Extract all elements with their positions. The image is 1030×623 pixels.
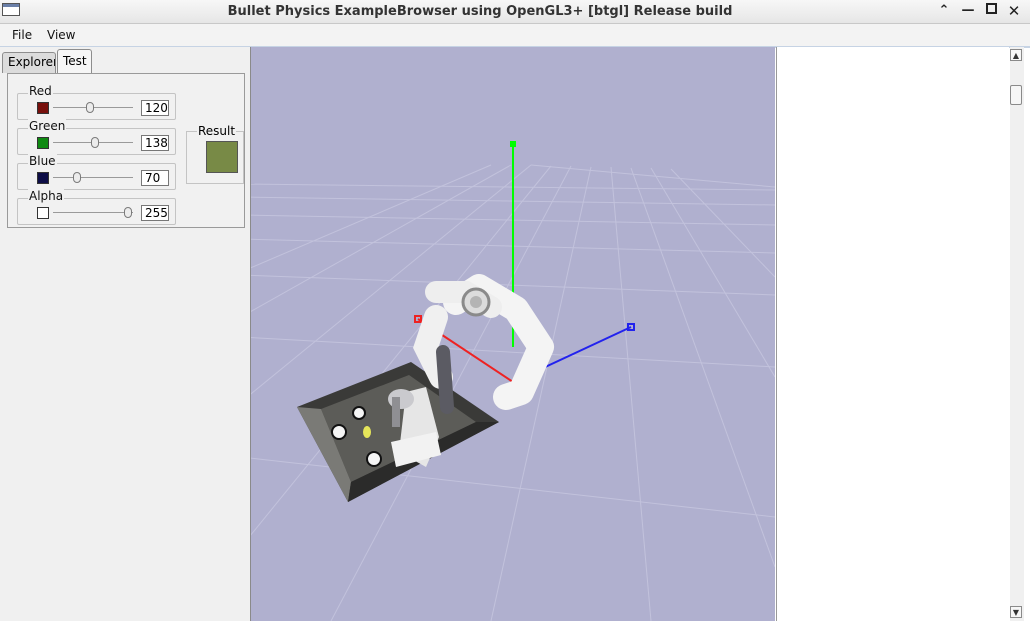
green-swatch	[37, 137, 49, 149]
tab-explorer[interactable]: Explorer	[2, 52, 56, 73]
blue-label: Blue	[28, 154, 57, 168]
menu-file[interactable]: File	[12, 28, 32, 42]
scene-render	[251, 141, 775, 621]
green-group: Green 138	[17, 119, 176, 155]
scroll-thumb[interactable]	[1010, 85, 1022, 105]
vertical-scrollbar[interactable]: ▲ ▼	[1010, 47, 1024, 621]
alpha-label: Alpha	[28, 189, 65, 203]
scroll-down-icon[interactable]: ▼	[1010, 606, 1022, 618]
maximize-chevron-icon[interactable]: ⌃	[934, 2, 954, 20]
alpha-value-field[interactable]: 255	[141, 205, 169, 221]
red-swatch	[37, 102, 49, 114]
blue-group: Blue 70	[17, 154, 176, 190]
red-value-field[interactable]: 120	[141, 100, 169, 116]
right-panel	[776, 47, 1009, 621]
title-bar: Bullet Physics ExampleBrowser using Open…	[0, 0, 1030, 24]
alpha-slider-track[interactable]	[53, 212, 133, 213]
result-label: Result	[197, 124, 237, 138]
alpha-swatch	[37, 207, 49, 219]
green-label: Green	[28, 119, 67, 133]
red-slider-handle[interactable]	[86, 102, 94, 113]
red-group: Red 120	[17, 84, 176, 120]
blue-slider-track[interactable]	[53, 177, 133, 178]
blue-value-field[interactable]: 70	[141, 170, 169, 186]
tray	[297, 362, 499, 502]
menu-view[interactable]: View	[47, 28, 75, 42]
green-slider-handle[interactable]	[91, 137, 99, 148]
red-label: Red	[28, 84, 53, 98]
menu-bar: File View	[0, 24, 1030, 48]
3d-viewport[interactable]	[251, 47, 775, 621]
alpha-group: Alpha 255	[17, 189, 176, 225]
blue-slider-handle[interactable]	[73, 172, 81, 183]
window-title: Bullet Physics ExampleBrowser using Open…	[227, 4, 733, 19]
tab-test[interactable]: Test	[57, 49, 92, 73]
alpha-slider-handle[interactable]	[124, 207, 132, 218]
scroll-up-icon[interactable]: ▲	[1010, 49, 1022, 61]
result-group: Result	[186, 124, 244, 184]
restore-button[interactable]	[981, 2, 1001, 20]
y-axis-marker	[510, 141, 516, 147]
close-icon[interactable]: ✕	[1004, 2, 1024, 20]
result-color-swatch	[206, 141, 238, 173]
blue-swatch	[37, 172, 49, 184]
green-value-field[interactable]: 138	[141, 135, 169, 151]
minimize-button[interactable]: —	[958, 2, 978, 20]
